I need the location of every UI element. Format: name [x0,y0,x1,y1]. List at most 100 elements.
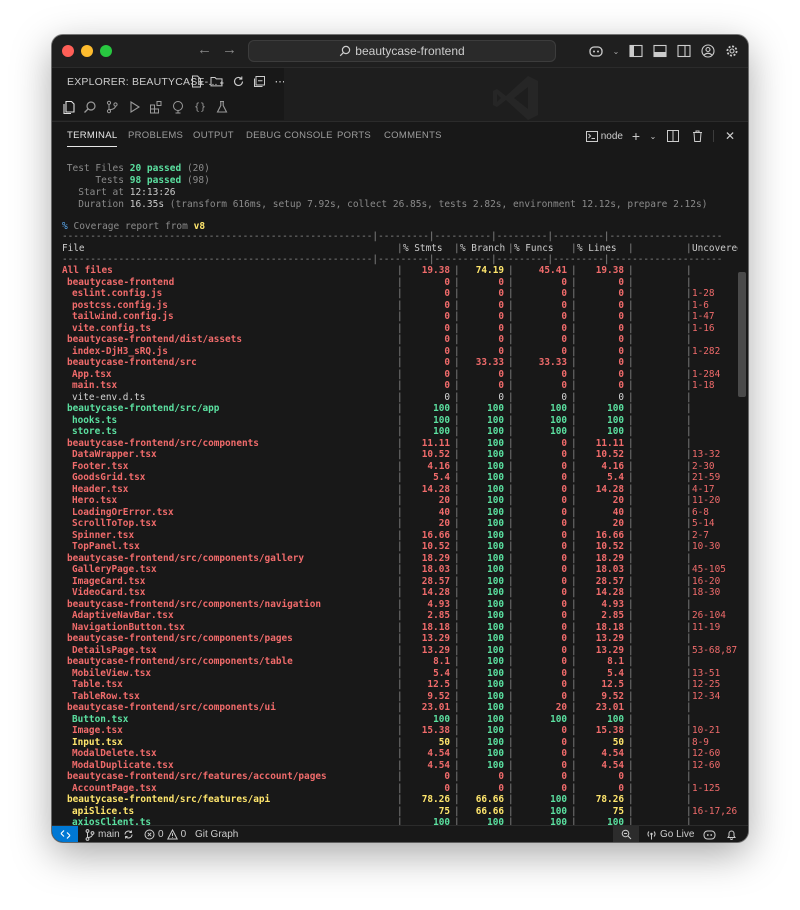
trash-icon[interactable] [689,128,705,144]
table-row[interactable]: apiSlice.ts7566.661007516-17,26-34|||||| [62,805,738,818]
terminal-shell-selector[interactable]: node [585,130,623,142]
toggle-secondary-sidebar-icon[interactable] [676,43,692,59]
table-row[interactable]: ModalDuplicate.tsx 4.54 100 0 4.54 12-60 | | | | |… [62,760,737,772]
table-row[interactable]: AccountPage.tsx 0 0 0 0 1-125 | | | | | | [62,783,737,795]
table-row[interactable]: beautycase-frontend/src/components/navig… [62,599,737,611]
refresh-icon[interactable] [230,73,246,89]
branch-indicator[interactable]: main [85,828,134,841]
close-icon[interactable]: ✕ [722,128,738,144]
remote-indicator[interactable] [52,826,78,842]
source-control-icon[interactable] [104,99,120,115]
tab-debug-console[interactable]: DEBUG CONSOLE [246,130,333,141]
table-row[interactable]: beautycase-frontend/src/features/api 78.2… [62,794,737,806]
table-row[interactable]: beautycase-frontend/src/components/ui 23.… [62,702,737,714]
account-icon[interactable] [700,43,716,59]
tab-problems[interactable]: PROBLEMS [128,130,183,141]
table-row[interactable]: main.tsx 0 0 0 0 1-18 | | | | | | [62,380,737,392]
table-row[interactable]: DetailsPage.tsx 13.29 100 0 13.29 53-68,87-22… [62,645,738,657]
table-row[interactable]: Header.tsx 14.28 100 0 14.28 4-17 | | | | | | [62,484,737,496]
chevron-down-icon[interactable]: ⌄ [649,128,657,144]
tab-ports[interactable]: PORTS [337,130,371,141]
table-row[interactable]: beautycase-frontend/src/components 11.11 1… [62,438,737,450]
chevron-down-icon[interactable]: ⌄ [612,43,620,59]
table-row[interactable]: vite.config.ts 0 0 0 0 1-16 | | | | | | [62,323,737,335]
maximize-window-button[interactable] [100,45,112,57]
table-row[interactable]: beautycase-frontend/dist/assets 0 0 0 0 | | | | |… [62,334,737,346]
git-graph-button[interactable]: Git Graph [195,828,238,841]
minimize-window-button[interactable] [81,45,93,57]
table-row[interactable]: LoadingOrError.tsx 40 100 0 40 6-8 | | | | | | [62,507,737,519]
json-braces-icon[interactable]: {} [192,99,208,115]
table-row[interactable]: GoodsGrid.tsx 5.4 100 0 5.4 21-59 | | | | | | [62,472,737,484]
table-row[interactable]: MobileView.tsx 5.4 100 0 5.4 13-51 | | | | | | [62,668,737,680]
collapse-all-icon[interactable] [251,73,267,89]
table-row[interactable]: beautycase-frontend/src/components/table… [62,656,737,668]
new-file-icon[interactable] [188,73,204,89]
back-arrow-icon[interactable]: ← [197,41,212,59]
explorer-files-icon[interactable] [60,99,76,115]
table-row[interactable]: postcss.config.js 0 0 0 0 1-6 | | | | | | [62,300,737,312]
split-terminal-icon[interactable] [665,128,681,144]
close-window-button[interactable] [62,45,74,57]
table-row[interactable]: Spinner.tsx 16.66 100 0 16.66 2-7 | | | | | | [62,530,737,542]
terminal-output[interactable]: Test Files 20 passed (20) Tests 98 passe… [52,150,738,826]
extensions-icon[interactable] [148,99,164,115]
table-row[interactable]: VideoCard.tsx 14.28 100 0 14.28 18-30 | | | | | | [62,587,737,599]
table-row[interactable]: vite-env.d.ts 0 0 0 0 | | | | | | [62,392,737,404]
tab-output[interactable]: OUTPUT [193,130,234,141]
command-center-search[interactable]: beautycase-frontend [248,40,556,62]
table-row[interactable]: index-DjH3_sRQ.js 0 0 0 0 1-282 | | | | | | [62,346,737,358]
problems-indicator[interactable]: 0 0 [144,828,186,841]
table-row[interactable]: AdaptiveNavBar.tsx 2.85 100 0 2.85 26-104 | | | |… [62,610,737,622]
table-row[interactable]: Table.tsx 12.5 100 0 12.5 12-25 | | | | | | [62,679,737,691]
table-row[interactable]: hooks.ts 100 100 100 100 | | | | | | [62,415,737,427]
table-row[interactable]: beautycase-frontend/src/app 100 100 100 100 |… [62,403,737,415]
table-row[interactable]: NavigationButton.tsx 18.18 100 0 18.18 11-19 |… [62,622,737,634]
new-terminal-plus-icon[interactable]: + [631,128,641,144]
table-row[interactable]: Hero.tsx 20 100 0 20 11-20 | | | | | | [62,495,737,507]
column-separator: | [454,541,460,552]
table-row[interactable]: DataWrapper.tsx 10.52 100 0 10.52 13-32 | | | | | | [62,449,737,461]
testing-flask-icon[interactable] [214,99,230,115]
zoom-button[interactable] [613,826,639,842]
go-live-button[interactable]: Go Live [646,828,694,841]
table-row[interactable]: eslint.config.js 0 0 0 0 1-28 | | | | | | [62,288,737,300]
column-separator: | [397,805,403,817]
notifications-bell-icon[interactable] [726,828,737,841]
terminal-scrollbar-thumb[interactable] [738,272,746,397]
table-row[interactable]: TopPanel.tsx 10.52 100 0 10.52 10-30 | | | | | | [62,541,737,553]
table-row[interactable]: beautycase-frontend/src/components/galle… [62,553,737,565]
table-row[interactable]: beautycase-frontend/src/features/account… [62,771,737,783]
table-row[interactable]: store.ts 100 100 100 100 | | | | | | [62,426,737,438]
table-row[interactable]: GalleryPage.tsx 18.03 100 0 18.03 45-105 | | | | |… [62,564,737,576]
table-row[interactable]: TableRow.tsx 9.52 100 0 9.52 12-34 | | | | | | [62,691,737,703]
table-row[interactable]: ImageCard.tsx 28.57 100 0 28.57 16-20 | | | | | | [62,576,737,588]
gear-icon[interactable] [724,43,740,59]
table-row[interactable]: Input.tsx 50 100 0 50 8-9 | | | | | | [62,737,737,749]
table-row[interactable]: All files 19.38 74.19 45.41 19.38 | | | | | | [62,265,737,277]
run-debug-icon[interactable] [126,99,142,115]
table-row[interactable]: ScrollToTop.tsx 20 100 0 20 5-14 | | | | | | [62,518,737,530]
tab-terminal[interactable]: TERMINAL [67,130,118,147]
table-row[interactable]: App.tsx 0 0 0 0 1-284 | | | | | | [62,369,737,381]
table-row[interactable]: Image.tsx 15.38 100 0 15.38 10-21 | | | | | | [62,725,737,737]
search-icon[interactable] [82,99,98,115]
remote-explorer-icon[interactable] [170,99,186,115]
table-row[interactable]: beautycase-frontend/src 0 33.33 33.33 0 | | | | |… [62,357,737,369]
toggle-primary-sidebar-icon[interactable] [628,43,644,59]
table-row[interactable]: Button.tsx 100 100 100 100 | | | | | | [62,714,737,726]
copilot-status-icon[interactable] [703,828,716,841]
tab-comments[interactable]: COMMENTS [384,130,442,141]
column-separator: | [628,403,634,414]
toggle-panel-icon[interactable] [652,43,668,59]
table-row[interactable]: ModalDelete.tsx 4.54 100 0 4.54 12-60 | | | | | | [62,748,737,760]
table-row[interactable]: beautycase-frontend 0 0 0 0 | | | | | | [62,277,737,289]
table-row[interactable]: beautycase-frontend/src/components/pages… [62,633,737,645]
table-row[interactable]: tailwind.config.js 0 0 0 0 1-47 | | | | | | [62,311,737,323]
column-separator: | [571,679,577,690]
new-folder-icon[interactable] [209,73,225,89]
copilot-icon[interactable] [588,43,604,59]
column-separator: | [628,782,634,794]
table-row[interactable]: Footer.tsx 4.16 100 0 4.16 2-30 | | | | | | [62,461,737,473]
forward-arrow-icon[interactable]: → [222,41,237,59]
